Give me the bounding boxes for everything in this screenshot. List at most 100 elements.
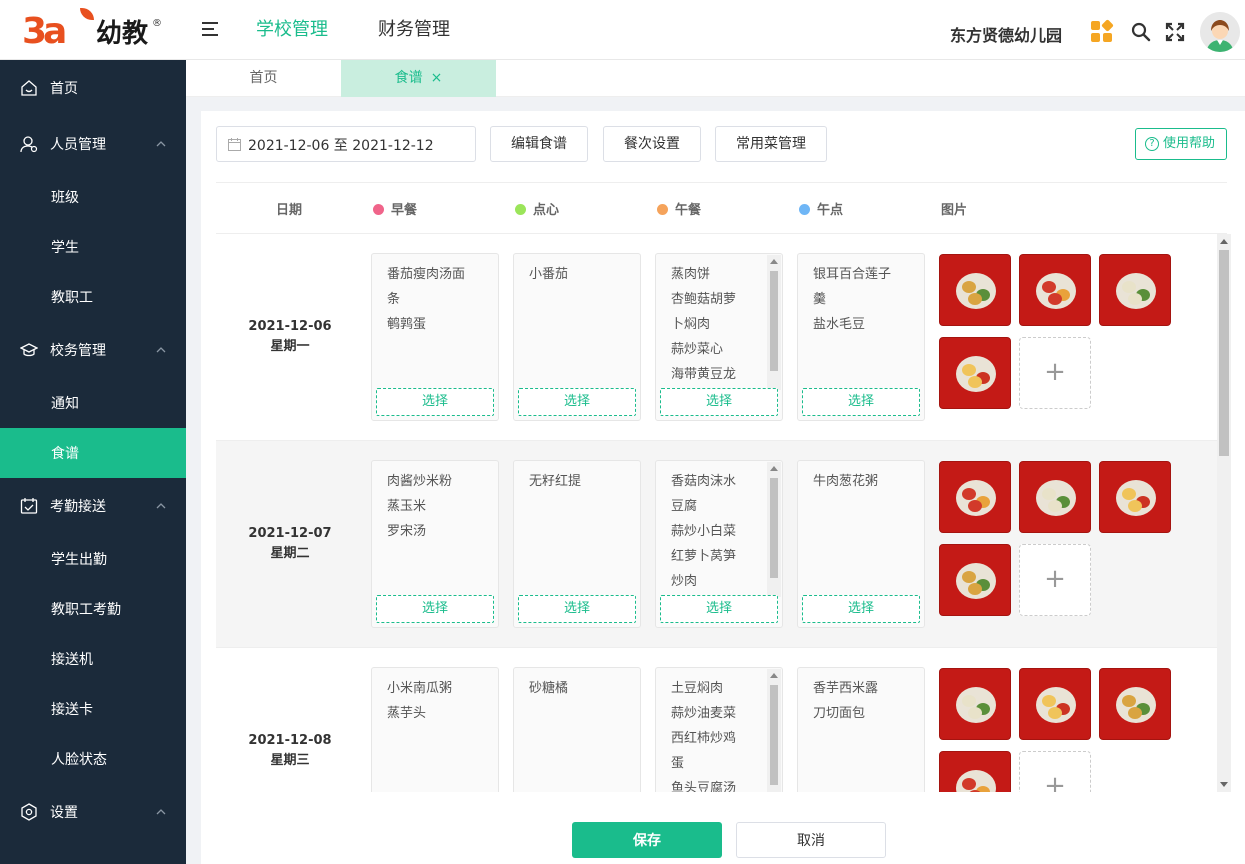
menu-toggle-icon[interactable]	[202, 22, 220, 38]
sidebar-item-student-attendance[interactable]: 学生出勤	[0, 534, 186, 584]
common-dishes-button[interactable]: 常用菜管理	[715, 126, 827, 162]
select-snack-button[interactable]: 选择	[518, 595, 636, 623]
sidebar-item-staff[interactable]: 教职工	[0, 272, 186, 322]
food-shape	[1042, 488, 1056, 500]
sidebar-item-attendance[interactable]: 考勤接送	[0, 481, 186, 531]
meal-photo[interactable]	[939, 337, 1011, 409]
afternoon-cell: 牛肉葱花粥 选择	[797, 460, 925, 628]
sidebar-item-pickup-machine[interactable]: 接送机	[0, 634, 186, 684]
search-icon[interactable]	[1131, 22, 1151, 42]
scroll-up-icon[interactable]	[770, 466, 778, 471]
weekday-value: 星期三	[270, 753, 310, 768]
dish-item: 蛋	[671, 756, 685, 771]
sidebar-item-label: 班级	[51, 190, 79, 206]
date-value: 2021-12-07	[248, 526, 332, 541]
dish-item: 蒜炒菜心	[671, 342, 724, 357]
sidebar-item-face-status[interactable]: 人脸状态	[0, 734, 186, 784]
select-snack-button[interactable]: 选择	[518, 388, 636, 416]
food-shape	[968, 293, 982, 305]
sidebar-item-students[interactable]: 学生	[0, 222, 186, 272]
select-lunch-button[interactable]: 选择	[660, 388, 778, 416]
dish-item: 土豆焖肉	[671, 681, 724, 696]
dish-item: 罗宋汤	[387, 524, 427, 539]
meal-photo[interactable]	[1019, 668, 1091, 740]
close-icon[interactable]: ×	[431, 70, 443, 86]
scrollbar-thumb[interactable]	[770, 478, 778, 578]
sidebar-item-classes[interactable]: 班级	[0, 172, 186, 222]
recipe-panel: 2021-12-06 至 2021-12-12 编辑食谱 餐次设置 常用菜管理 …	[201, 111, 1245, 864]
scrollbar-thumb[interactable]	[770, 271, 778, 371]
dish-item: 蒸玉米	[387, 499, 427, 514]
scrollbar-thumb[interactable]	[770, 685, 778, 785]
user-avatar[interactable]	[1200, 12, 1240, 52]
meal-photo[interactable]	[939, 751, 1011, 792]
select-afternoon-button[interactable]: 选择	[802, 388, 920, 416]
add-photo-button[interactable]: +	[1019, 337, 1091, 409]
meal-settings-button[interactable]: 餐次设置	[603, 126, 701, 162]
scrollbar-thumb[interactable]	[1219, 250, 1229, 456]
recipe-table-body[interactable]: 2021-12-06 星期一 番茄瘦肉汤面条鹌鹑蛋 选择 小番茄 选择 蒸肉饼 杏鲍菇胡萝 卜焖…	[216, 234, 1217, 792]
nav-tab-school-management[interactable]: 学校管理	[256, 18, 328, 42]
table-scrollbar[interactable]	[1217, 234, 1231, 792]
cell-scrollbar[interactable]	[767, 669, 781, 792]
dish-item: 砂糖橘	[529, 681, 569, 696]
edit-recipe-button[interactable]: 编辑食谱	[490, 126, 588, 162]
save-button[interactable]: 保存	[572, 822, 722, 858]
food-shape	[1048, 293, 1062, 305]
sidebar-item-staff-attendance[interactable]: 教职工考勤	[0, 584, 186, 634]
cancel-button[interactable]: 取消	[736, 822, 886, 858]
lunch-cell: 土豆焖肉蒜炒油麦菜西红柿炒鸡蛋鱼头豆腐汤选择	[655, 667, 783, 792]
sidebar-item-personnel[interactable]: 人员管理	[0, 119, 186, 169]
sidebar-item-school-affairs[interactable]: 校务管理	[0, 325, 186, 375]
scroll-down-icon[interactable]	[1220, 782, 1228, 787]
meal-photo[interactable]	[1099, 461, 1171, 533]
page-tabs: 首页 食谱 ×	[186, 60, 1245, 97]
select-afternoon-button[interactable]: 选择	[802, 595, 920, 623]
sidebar-item-pickup-card[interactable]: 接送卡	[0, 684, 186, 734]
cell-scrollbar[interactable]	[767, 462, 781, 597]
meal-photo[interactable]	[1019, 254, 1091, 326]
school-name[interactable]: 东方贤德幼儿园	[950, 22, 1062, 46]
row-date: 2021-12-06 星期一	[216, 317, 364, 357]
meal-photo[interactable]	[939, 544, 1011, 616]
scroll-up-icon[interactable]	[1220, 239, 1228, 244]
fullscreen-icon[interactable]	[1165, 22, 1185, 42]
sidebar-item-label: 校务管理	[50, 343, 106, 359]
meal-photo[interactable]	[939, 668, 1011, 740]
lunch-cell: 香菇肉沫水豆腐蒜炒小白菜红萝卜莴笋炒肉鳜鱼选择	[655, 460, 783, 628]
meal-photo[interactable]	[939, 461, 1011, 533]
food-shape	[968, 583, 982, 595]
sidebar-item-recipe[interactable]: 食谱	[0, 428, 186, 478]
tab-recipe[interactable]: 食谱 ×	[341, 60, 496, 97]
meal-photo[interactable]	[939, 254, 1011, 326]
select-lunch-button[interactable]: 选择	[660, 595, 778, 623]
sidebar-item-settings[interactable]: 设置	[0, 787, 186, 837]
meal-photo[interactable]	[1099, 254, 1171, 326]
meal-photo[interactable]	[1019, 461, 1091, 533]
select-breakfast-button[interactable]: 选择	[376, 388, 494, 416]
add-photo-button[interactable]: +	[1019, 751, 1091, 792]
scroll-up-icon[interactable]	[770, 259, 778, 264]
food-shape	[1128, 707, 1142, 719]
sidebar-item-label: 学生出勤	[51, 552, 107, 568]
help-button[interactable]: ? 使用帮助	[1135, 128, 1227, 160]
food-shape	[962, 488, 976, 500]
sidebar-item-notice[interactable]: 通知	[0, 378, 186, 428]
tab-home[interactable]: 首页	[186, 60, 341, 97]
scroll-up-icon[interactable]	[770, 673, 778, 678]
meal-photo[interactable]	[1099, 668, 1171, 740]
breakfast-cell: 小米南瓜粥蒸芋头选择	[371, 667, 499, 792]
apps-icon[interactable]	[1091, 19, 1114, 43]
date-range-picker[interactable]: 2021-12-06 至 2021-12-12	[216, 126, 476, 162]
select-breakfast-button[interactable]: 选择	[376, 595, 494, 623]
sidebar-item-label: 教职工考勤	[51, 602, 121, 618]
cell-scrollbar[interactable]	[767, 255, 781, 390]
afternoon-items: 牛肉葱花粥	[813, 469, 909, 494]
add-photo-button[interactable]: +	[1019, 544, 1091, 616]
afternoon-cell: 香芋西米露刀切面包选择	[797, 667, 925, 792]
dish-item: 条	[387, 292, 401, 307]
sidebar-item-home[interactable]: 首页	[0, 63, 186, 113]
row-date: 2021-12-07 星期二	[216, 524, 364, 564]
nav-tab-finance-management[interactable]: 财务管理	[378, 18, 450, 42]
sidebar-item-label: 教职工	[51, 290, 93, 306]
